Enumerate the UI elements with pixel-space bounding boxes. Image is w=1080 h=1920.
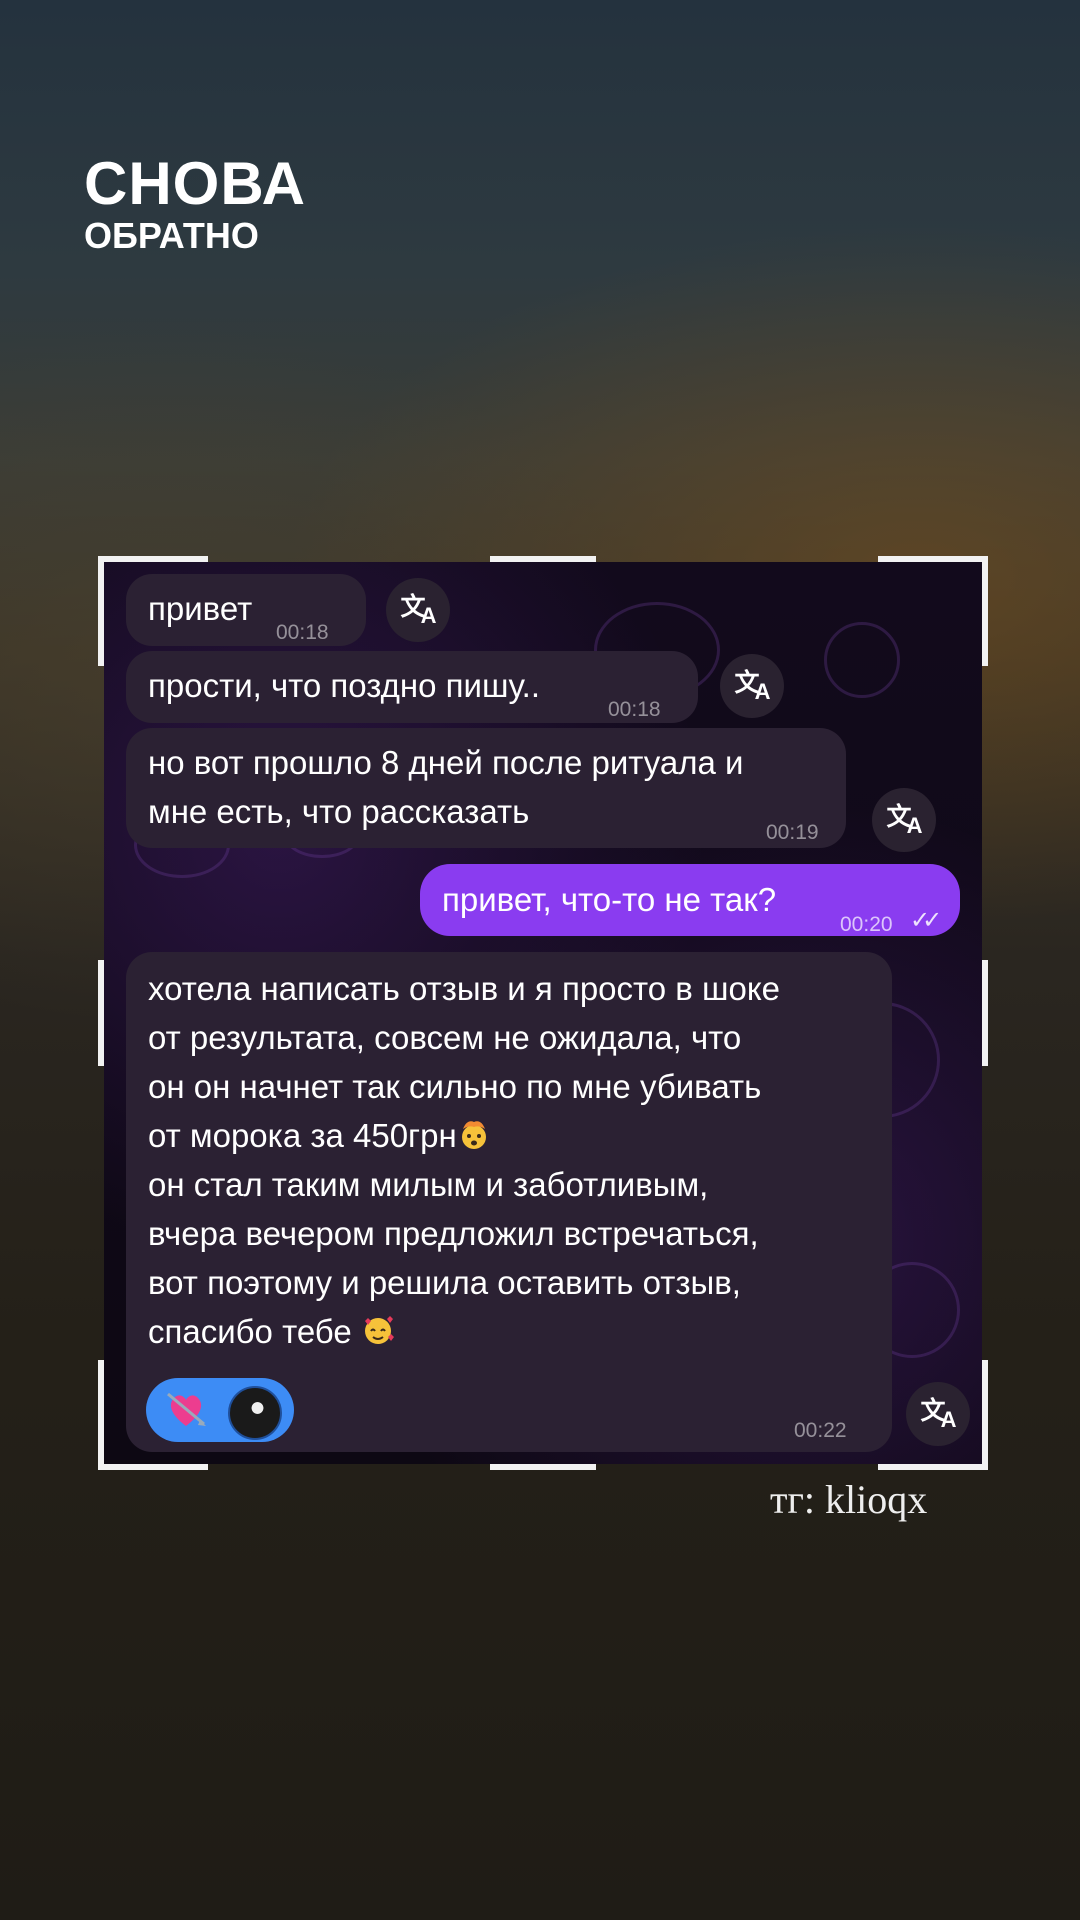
heart-with-arrow-icon [167, 1392, 206, 1426]
frame-edge-mark [982, 960, 988, 1066]
reactions-pill[interactable] [146, 1378, 294, 1442]
exploding-head-emoji-icon [461, 1121, 486, 1149]
message-bubble-incoming[interactable]: хотела написать отзыв и я просто в шоке … [126, 952, 892, 1452]
message-bubble-outgoing[interactable]: привет, что-то не так? 00:20 ✓✓ [420, 864, 960, 936]
message-time: 00:19 [766, 821, 819, 844]
message-text: прости, что поздно пишу.. [148, 667, 540, 704]
message-time: 00:18 [608, 698, 661, 721]
title-main: СНОВА [84, 150, 307, 217]
translate-button[interactable]: 文A [906, 1382, 970, 1446]
frame-corner [98, 1464, 208, 1470]
frame-corner [982, 556, 988, 666]
message-time: 00:22 [794, 1419, 847, 1442]
wallpaper-doodle [824, 622, 900, 698]
message-bubble-incoming[interactable]: привет 00:18 [126, 574, 366, 646]
smiling-face-with-hearts-emoji-icon [364, 1316, 394, 1344]
translate-button[interactable]: 文A [386, 578, 450, 642]
message-bubble-incoming[interactable]: но вот прошло 8 дней после ритуала и мне… [126, 728, 846, 848]
read-receipt-icon: ✓✓ [910, 907, 942, 934]
chat-area[interactable]: привет 00:18 文A прости, что поздно пишу.… [104, 562, 982, 1464]
frame-edge-mark [490, 1464, 596, 1470]
title-subtitle: ОБРАТНО [84, 215, 259, 256]
message-time: 00:20 [840, 913, 893, 936]
avatar [228, 1386, 282, 1440]
translate-button[interactable]: 文A [720, 654, 784, 718]
message-time: 00:18 [276, 621, 329, 644]
screenshot-frame: привет 00:18 文A прости, что поздно пишу.… [98, 556, 988, 1470]
translate-button[interactable]: 文A [872, 788, 936, 852]
frame-corner [878, 1464, 988, 1470]
message-text: привет, что-то не так? [442, 881, 777, 918]
frame-corner [982, 1360, 988, 1470]
message-bubble-incoming[interactable]: прости, что поздно пишу.. 00:18 [126, 651, 698, 723]
message-text: привет [148, 590, 253, 627]
story-title: СНОВА ОБРАТНО [84, 152, 306, 256]
message-text: но вот прошло 8 дней после ритуала и мне… [148, 744, 744, 830]
message-text: хотела написать отзыв и я просто в шоке … [148, 970, 780, 1350]
watermark: тг: klioqx [770, 1477, 928, 1522]
